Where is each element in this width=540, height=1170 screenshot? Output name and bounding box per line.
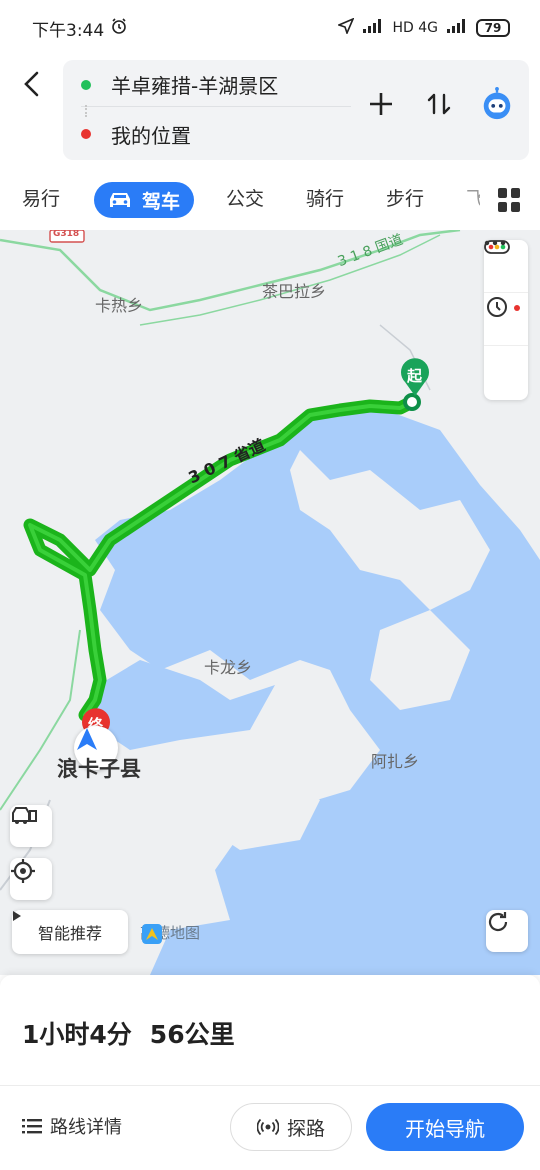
status-time-group: 下午3:44 <box>32 16 128 41</box>
start-marker-label: 起 <box>407 367 423 385</box>
route-header: 羊卓雍措-羊湖景区 我的位置 <box>0 56 540 170</box>
start-navigation-button[interactable]: 开始导航 <box>366 1103 524 1151</box>
battery-icon: 79 <box>476 19 510 37</box>
route-duration: 1小时4分 <box>22 1020 132 1049</box>
alarm-icon <box>110 17 128 40</box>
start-marker[interactable]: 起 <box>399 358 431 398</box>
network-type: HD 4G <box>392 20 438 36</box>
g318-badge-text: G318 <box>53 230 80 239</box>
smart-recommend-label: 智能推荐 <box>37 924 102 943</box>
route-end-label: 我的位置 <box>111 123 191 148</box>
map-label-karre: 卡热乡 <box>95 296 144 315</box>
smart-recommend-button[interactable]: 智能推荐 <box>12 910 128 954</box>
route-summary-panel: 1小时4分 56公里 路线详情 探路 开始导航 <box>0 975 540 1170</box>
start-navigation-label: 开始导航 <box>405 1116 485 1141</box>
route-input-box: 羊卓雍措-羊湖景区 我的位置 <box>63 60 529 160</box>
tab-driving-label: 驾车 <box>142 190 181 213</box>
back-button[interactable] <box>14 66 50 102</box>
route-detail-button[interactable]: 路线详情 <box>22 1113 122 1139</box>
route-actions <box>363 86 515 122</box>
car-icon <box>110 193 130 207</box>
status-right-group: HD 4G 79 <box>337 17 510 38</box>
traffic-layer-button[interactable] <box>484 240 528 293</box>
triangle-right-icon <box>13 911 21 921</box>
clock-plan-icon <box>487 297 507 317</box>
map-label-azha: 阿扎乡 <box>371 752 420 771</box>
assistant-button[interactable] <box>479 86 515 122</box>
explore-label: 探路 <box>286 1117 325 1140</box>
route-start-label: 羊卓雍措-羊湖景区 <box>111 74 279 98</box>
panel-divider <box>0 1085 540 1086</box>
refresh-route-button[interactable] <box>486 910 528 952</box>
swap-route-button[interactable] <box>421 86 457 122</box>
assistant-mascot-icon <box>483 86 511 120</box>
back-arrow-icon <box>24 71 39 97</box>
map-right-controls <box>484 240 528 400</box>
end-dot-icon <box>81 129 91 139</box>
tab-yixing[interactable]: 易行 <box>22 184 60 211</box>
signal-icon <box>362 18 384 38</box>
notification-dot <box>514 305 520 311</box>
road-west <box>0 629 81 811</box>
status-bar: 下午3:44 HD 4G 79 <box>0 0 540 56</box>
broadcast-icon <box>256 1118 279 1136</box>
signal-icon-2 <box>446 18 468 38</box>
route-summary[interactable]: 1小时4分 56公里 <box>22 1015 235 1051</box>
tab-bus[interactable]: 公交 <box>226 184 264 211</box>
route-distance: 56公里 <box>149 1020 235 1049</box>
travel-mode-tabs: 易行 驾车 公交 骑行 步行 飞 <box>0 170 540 230</box>
route-end-field[interactable]: 我的位置 <box>81 112 351 156</box>
more-options-button[interactable] <box>484 240 528 399</box>
locate-me-button[interactable] <box>10 858 52 900</box>
time-plan-button[interactable] <box>484 293 528 346</box>
map-label-kalong: 卡龙乡 <box>204 658 253 677</box>
grid-menu-icon[interactable] <box>498 188 522 212</box>
plus-icon <box>370 93 392 115</box>
add-waypoint-button[interactable] <box>363 86 399 122</box>
status-time: 下午3:44 <box>32 20 105 41</box>
map-label-town: 浪卡子县 <box>57 757 141 781</box>
route-start-field[interactable]: 羊卓雍措-羊湖景区 <box>81 63 351 107</box>
amap-logo-icon <box>142 924 162 944</box>
refresh-icon <box>488 912 508 932</box>
crosshair-icon <box>11 859 35 883</box>
explore-button[interactable]: 探路 <box>230 1103 352 1151</box>
map-canvas <box>0 230 540 975</box>
tab-flight[interactable]: 飞 <box>466 184 480 211</box>
vehicle-settings-button[interactable] <box>10 805 52 847</box>
tab-cycling[interactable]: 骑行 <box>306 184 344 211</box>
tab-driving[interactable]: 驾车 <box>94 182 195 218</box>
more-dots-icon <box>484 240 506 246</box>
start-dot-icon <box>81 79 91 90</box>
list-icon <box>22 1119 42 1134</box>
tab-walking[interactable]: 步行 <box>386 184 424 211</box>
vehicle-icon <box>12 807 37 824</box>
route-detail-label: 路线详情 <box>50 1117 122 1138</box>
map-label-chaba: 茶巴拉乡 <box>262 282 327 301</box>
location-arrow-icon <box>337 17 356 38</box>
map-view[interactable]: 卡热乡 茶巴拉乡 卡龙乡 阿扎乡 3 1 8 国道 3 0 7 省道 G318 … <box>0 230 540 975</box>
amap-logo: 高德地图 <box>140 922 200 944</box>
swap-icon <box>427 93 451 115</box>
